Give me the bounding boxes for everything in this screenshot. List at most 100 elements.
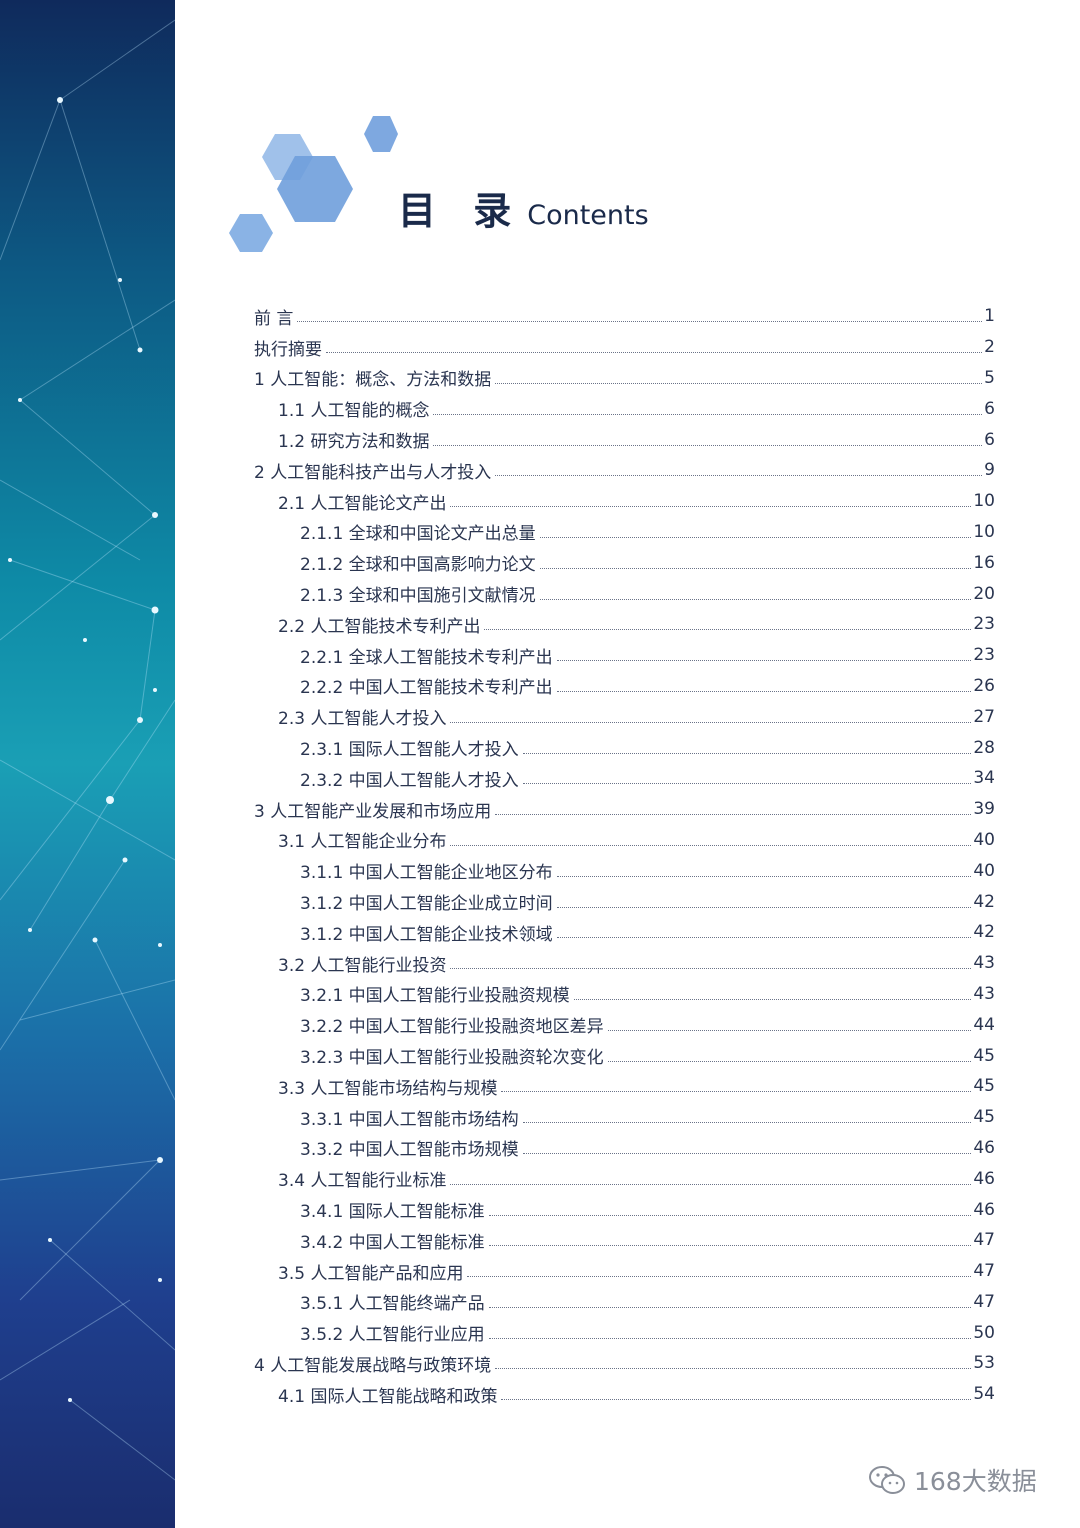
toc-entry-label: 3.2.1 中国人工智能行业投融资规模 [300,986,570,1007]
toc-entry[interactable]: 3.3 人工智能市场结构与规模 45 [254,1071,995,1102]
toc-entry[interactable]: 3.4.1 国际人工智能标准 46 [254,1194,995,1225]
toc-entry-page-number: 16 [973,552,995,573]
toc-entry[interactable]: 3.4 人工智能行业标准 46 [254,1163,995,1194]
page-title: 目 录 Contents [398,180,649,240]
dot-leader [484,628,972,631]
toc-entry-page-number: 43 [973,983,995,1004]
toc-entry-label: 2.2.1 全球人工智能技术专利产出 [300,647,553,668]
toc-entry[interactable]: 3.1.1 中国人工智能企业地区分布 40 [254,855,995,886]
toc-entry-page-number: 5 [984,367,995,388]
toc-entry-page-number: 46 [973,1168,995,1189]
toc-entry-page-number: 47 [973,1291,995,1312]
toc-entry[interactable]: 4 人工智能发展战略与政策环境 53 [254,1348,995,1379]
toc-entry-label: 1.1 人工智能的概念 [278,401,430,422]
watermark-text: 168大数据 [914,1467,1037,1496]
toc-entry-page-number: 6 [984,429,995,450]
toc-entry[interactable]: 1 人工智能：概念、方法和数据 5 [254,363,995,394]
toc-entry[interactable]: 3.4.2 中国人工智能标准 47 [254,1225,995,1256]
toc-entry[interactable]: 2.2.2 中国人工智能技术专利产出 26 [254,671,995,702]
toc-entry-label: 1 人工智能：概念、方法和数据 [254,370,492,391]
dot-leader [539,598,972,600]
toc-entry-page-number: 34 [973,768,995,789]
toc-entry[interactable]: 4.1 国际人工智能战略和政策 54 [254,1379,995,1410]
toc-entry[interactable]: 2 人工智能科技产出与人才投入 9 [254,455,995,486]
toc-entry-label: 3.3 人工智能市场结构与规模 [278,1078,498,1099]
toc-entry[interactable]: 3.5.1 人工智能终端产品 47 [254,1287,995,1318]
dot-leader [433,444,983,446]
dot-leader [488,1214,972,1216]
toc-entry-label: 执行摘要 [254,339,322,360]
toc-entry-page-number: 40 [973,829,995,850]
toc-entry[interactable]: 3.2.2 中国人工智能行业投融资地区差异 44 [254,1009,995,1040]
toc-entry-label: 3.1.1 中国人工智能企业地区分布 [300,863,553,884]
toc-entry[interactable]: 3.1 人工智能企业分布 40 [254,825,995,856]
toc-entry[interactable]: 3.1.2 中国人工智能企业成立时间 42 [254,886,995,917]
toc-entry-page-number: 1 [984,306,995,327]
toc-entry[interactable]: 3 人工智能产业发展和市场应用 39 [254,794,995,825]
dot-leader [539,567,972,569]
dot-leader [495,382,983,384]
dot-leader [573,998,972,1000]
toc-entry-page-number: 9 [984,460,995,481]
toc-entry[interactable]: 执行摘要 2 [254,332,995,363]
dot-leader [522,782,972,785]
toc-entry[interactable]: 3.5.2 人工智能行业应用 50 [254,1317,995,1348]
table-of-contents: 前 言 1 执行摘要 2 1 人工智能：概念、方法和数据 5 1.1 人工智能的概念 6 1.2… [254,301,995,1410]
toc-entry-page-number: 2 [984,337,995,358]
toc-entry[interactable]: 1.2 研究方法和数据 6 [254,424,995,455]
toc-entry[interactable]: 3.2.3 中国人工智能行业投融资轮次变化 45 [254,1040,995,1071]
toc-entry-label: 3.2.2 中国人工智能行业投融资地区差异 [300,1017,604,1038]
toc-entry[interactable]: 2.3 人工智能人才投入 27 [254,701,995,732]
wechat-icon [869,1466,905,1494]
toc-entry[interactable]: 3.5 人工智能产品和应用 47 [254,1256,995,1287]
dot-leader [450,844,972,846]
dot-leader [488,1337,972,1339]
toc-entry[interactable]: 2.2 人工智能技术专利产出 23 [254,609,995,640]
toc-entry[interactable]: 2.2.1 全球人工智能技术专利产出 23 [254,640,995,671]
toc-entry[interactable]: 3.2.1 中国人工智能行业投融资规模 43 [254,979,995,1010]
toc-entry[interactable]: 前 言 1 [254,301,995,332]
toc-entry[interactable]: 2.3.1 国际人工智能人才投入 28 [254,732,995,763]
toc-entry-label: 3.2.3 中国人工智能行业投融资轮次变化 [300,1048,604,1069]
toc-entry[interactable]: 2.1.2 全球和中国高影响力论文 16 [254,547,995,578]
toc-entry-label: 2 人工智能科技产出与人才投入 [254,462,492,483]
toc-entry-label: 2.1.3 全球和中国施引文献情况 [300,586,536,607]
toc-entry-label: 3.5 人工智能产品和应用 [278,1263,464,1284]
toc-entry-page-number: 40 [973,860,995,881]
dot-leader [297,320,983,323]
hexagon-shape [229,214,273,252]
toc-entry-label: 3.5.2 人工智能行业应用 [300,1325,485,1346]
dot-leader [539,536,972,538]
toc-entry-page-number: 46 [973,1137,995,1158]
toc-entry[interactable]: 2.1.3 全球和中国施引文献情况 20 [254,578,995,609]
network-pattern-graphic [0,19,175,1481]
toc-entry-page-number: 10 [973,491,995,512]
decorative-sidebar [0,0,175,1528]
dot-leader [556,875,972,877]
toc-entry[interactable]: 2.1.1 全球和中国论文产出总量 10 [254,517,995,548]
toc-entry[interactable]: 3.3.2 中国人工智能市场规模 46 [254,1133,995,1164]
toc-entry-label: 1.2 研究方法和数据 [278,432,430,453]
toc-entry-page-number: 43 [973,953,995,974]
toc-entry[interactable]: 3.2 人工智能行业投资 43 [254,948,995,979]
toc-entry[interactable]: 2.1 人工智能论文产出 10 [254,486,995,517]
dot-leader [501,1398,972,1401]
toc-entry[interactable]: 2.3.2 中国人工智能人才投入 34 [254,763,995,794]
toc-entry-label: 2.3 人工智能人才投入 [278,709,447,730]
toc-entry[interactable]: 3.1.2 中国人工智能企业技术领域 42 [254,917,995,948]
toc-entry[interactable]: 1.1 人工智能的概念 6 [254,393,995,424]
toc-entry-page-number: 47 [973,1230,995,1251]
toc-entry-label: 3.4.1 国际人工智能标准 [300,1202,485,1222]
dot-leader [488,1306,972,1308]
toc-entry-page-number: 20 [973,583,995,604]
toc-entry-page-number: 44 [973,1014,995,1035]
toc-entry-label: 3.1.2 中国人工智能企业成立时间 [300,894,553,915]
toc-entry[interactable]: 3.3.1 中国人工智能市场结构 45 [254,1102,995,1133]
dot-leader [326,351,983,354]
dot-leader [495,813,972,816]
toc-entry-label: 3.5.1 人工智能终端产品 [300,1294,485,1315]
toc-entry-page-number: 54 [973,1384,995,1405]
dot-leader [488,1244,972,1247]
toc-entry-page-number: 10 [973,521,995,542]
toc-entry-page-number: 45 [973,1076,995,1097]
